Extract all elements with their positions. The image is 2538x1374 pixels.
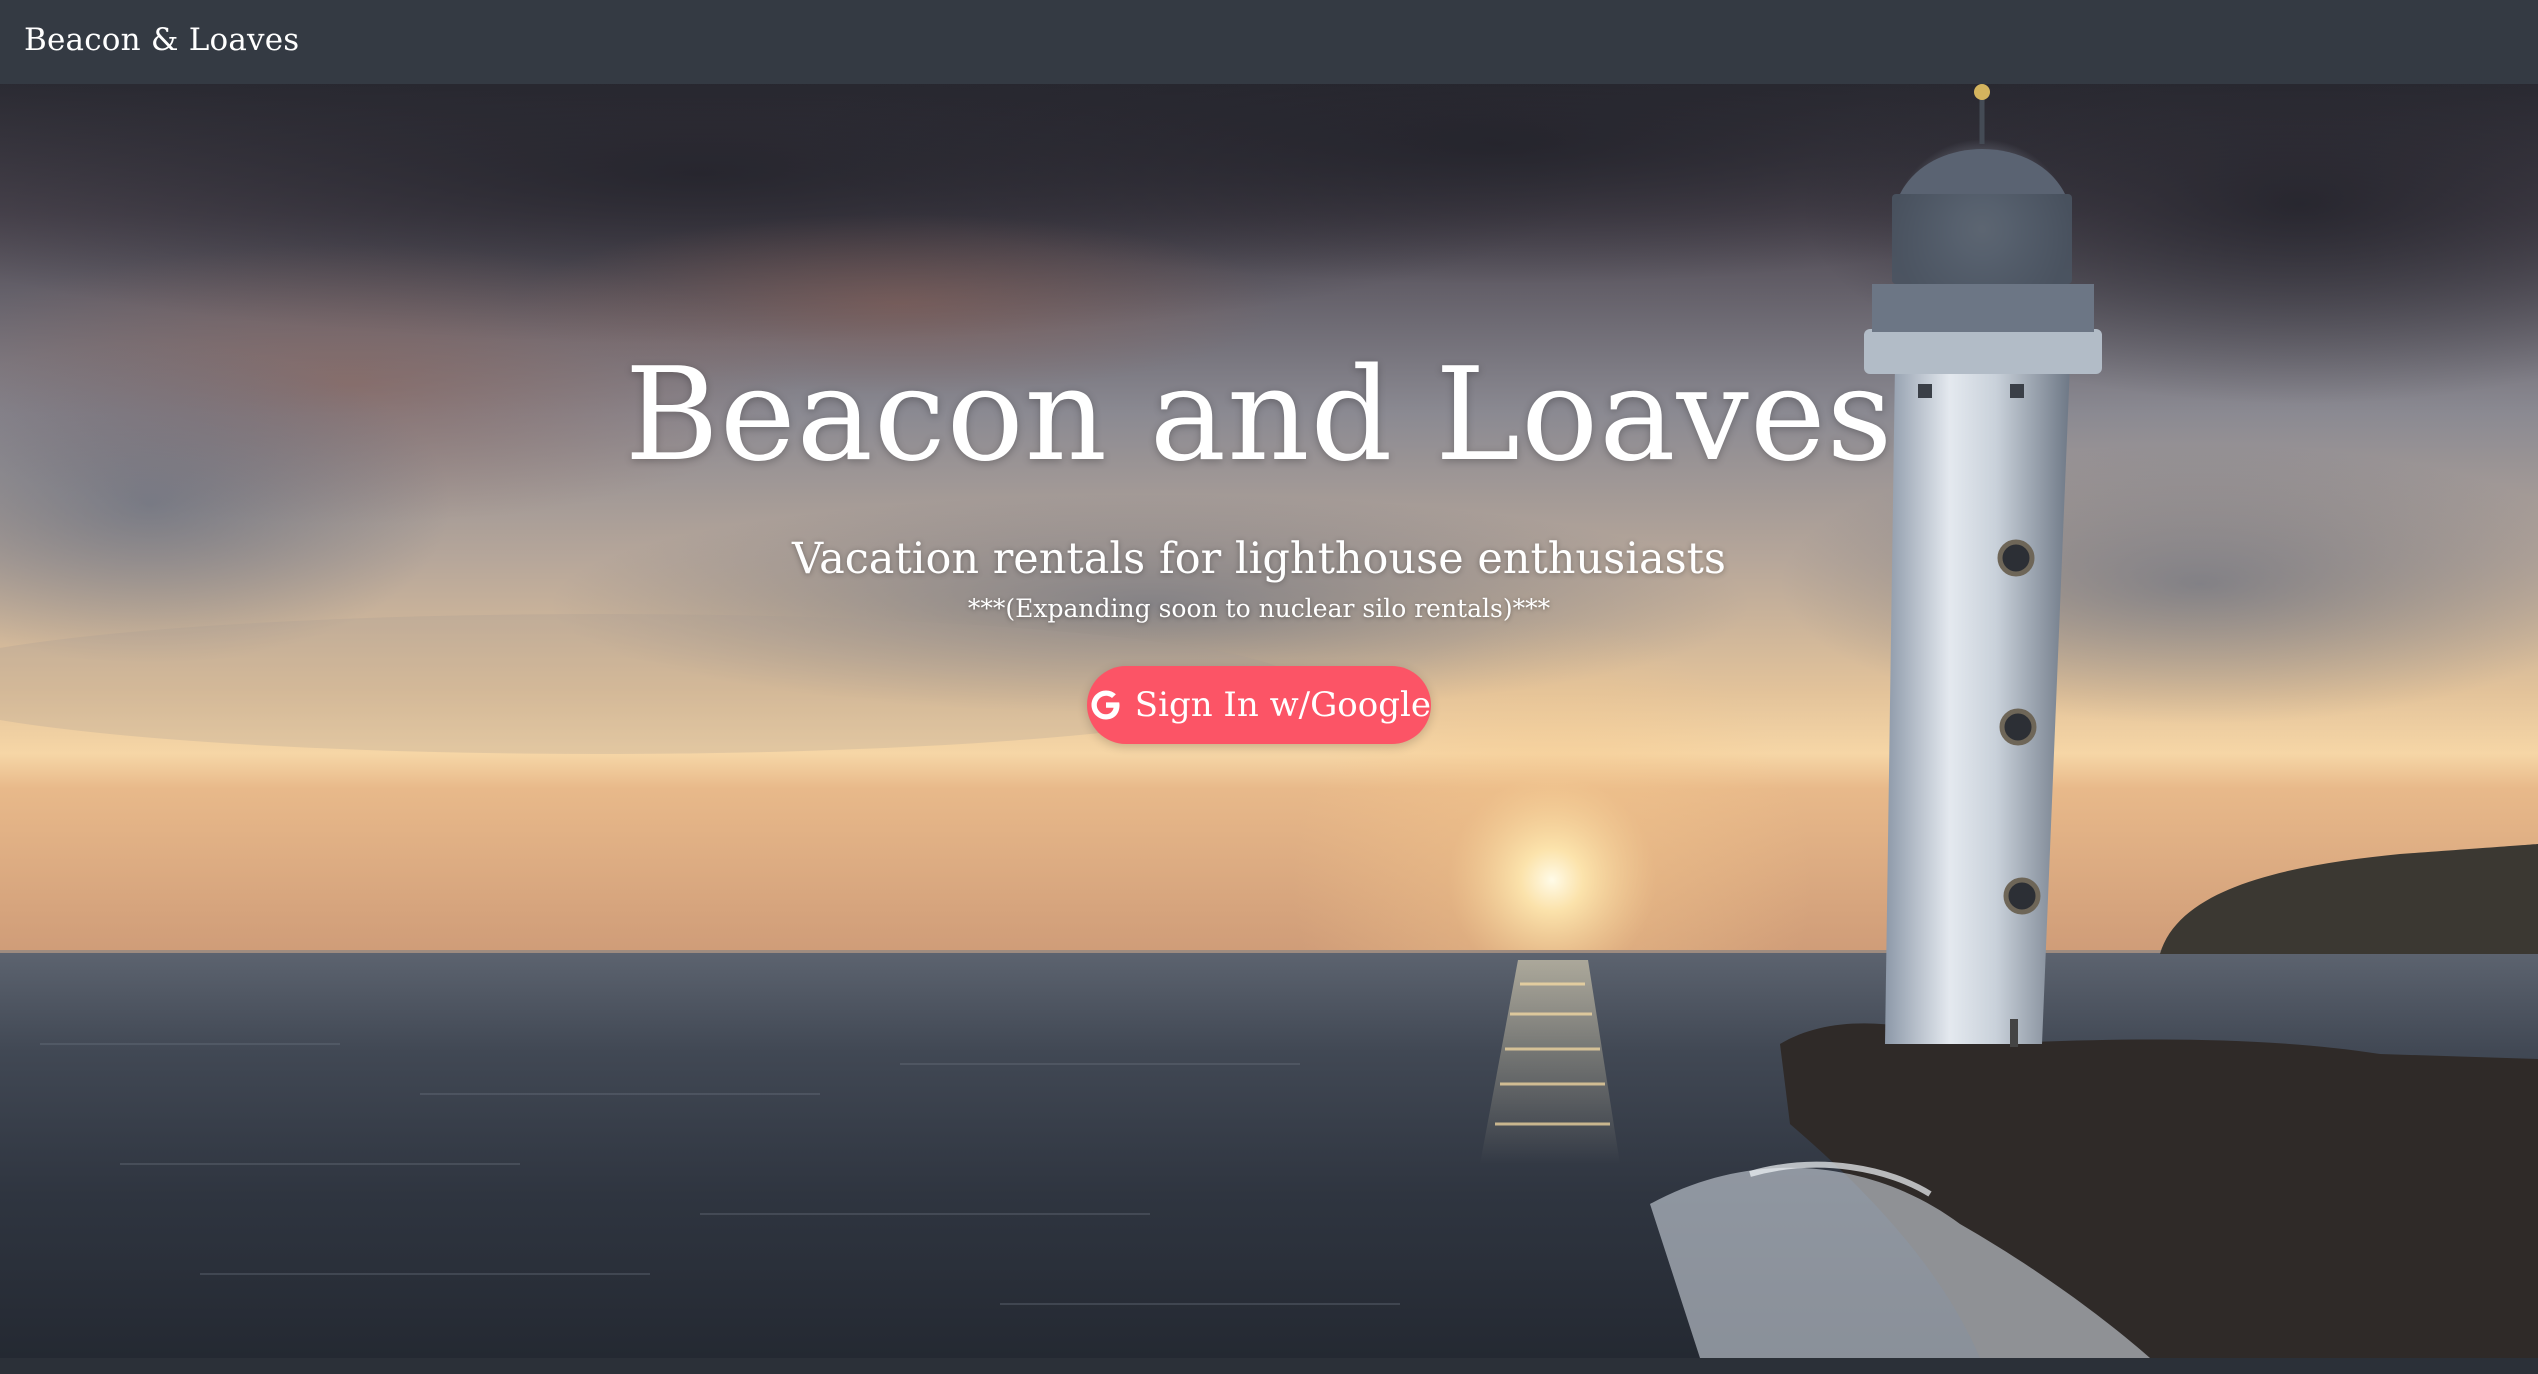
navbar: Beacon & Loaves bbox=[0, 0, 2538, 84]
page-bottom-edge bbox=[0, 1358, 2538, 1374]
google-g-icon bbox=[1087, 686, 1125, 724]
brand-link[interactable]: Beacon & Loaves bbox=[24, 22, 299, 58]
hero-note: ***(Expanding soon to nuclear silo renta… bbox=[967, 594, 1551, 623]
hero-subtitle: Vacation rentals for lighthouse enthusia… bbox=[791, 534, 1726, 584]
hero-title: Beacon and Loaves bbox=[624, 341, 1894, 490]
google-signin-button[interactable]: Sign In w/Google bbox=[1087, 666, 1431, 744]
signin-label: Sign In w/Google bbox=[1134, 685, 1431, 725]
